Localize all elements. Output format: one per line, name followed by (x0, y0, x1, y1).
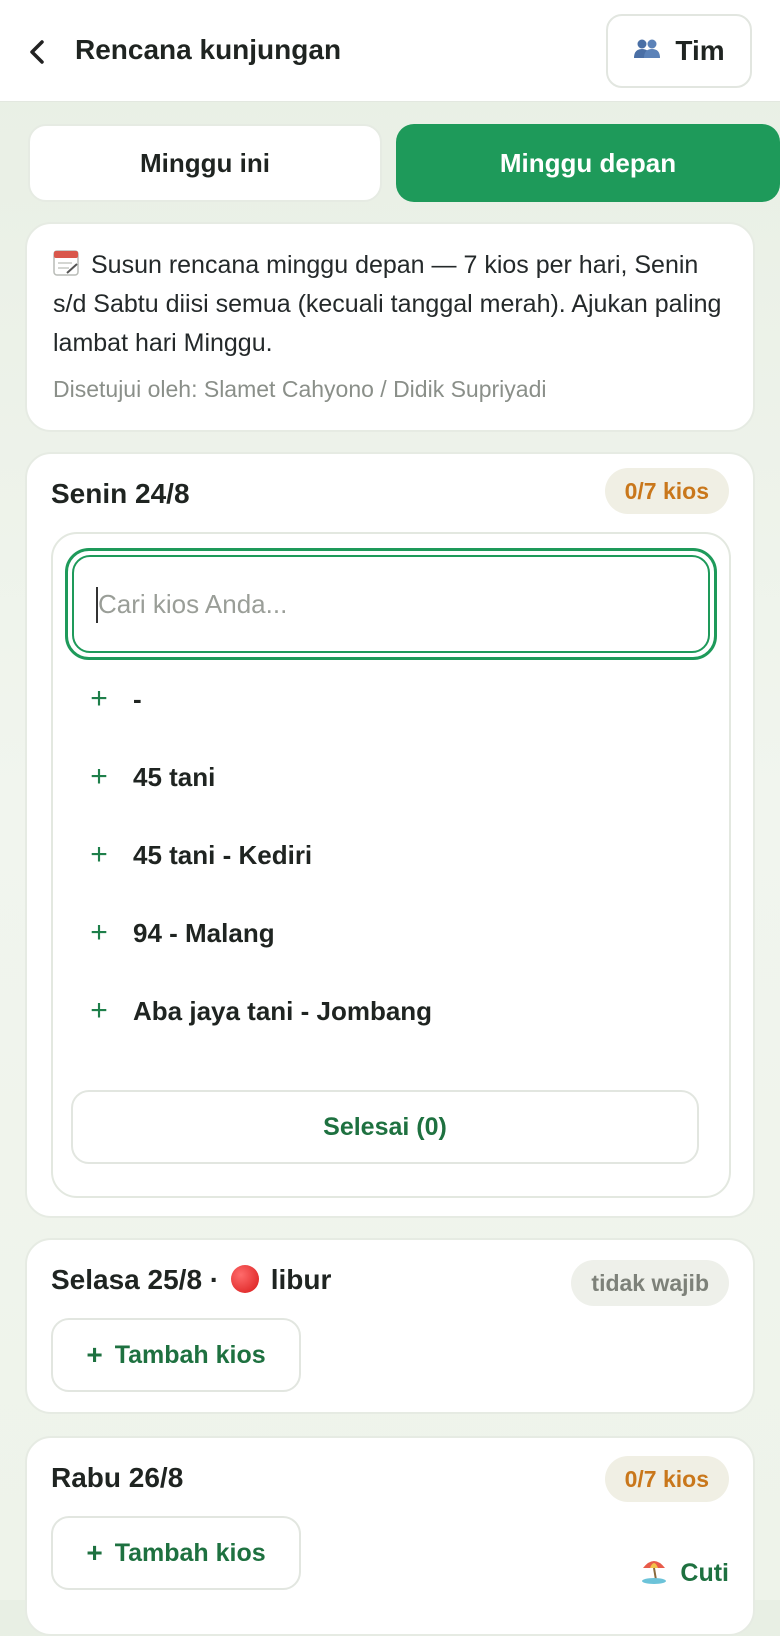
leave-label: Cuti (680, 1559, 729, 1587)
add-kios-label: Tambah kios (114, 1538, 266, 1567)
kios-option[interactable]: + - (87, 674, 142, 724)
plus-icon: + (90, 682, 108, 715)
kios-count-badge: 0/7 kios (604, 468, 729, 514)
week-tabs: Minggu ini Minggu depan (28, 124, 780, 202)
info-text: Susun rencana minggu depan — 7 kios per … (53, 251, 722, 357)
kios-option[interactable]: + 45 tani (87, 752, 215, 802)
day-title: Selasa 25/8 · libur (51, 1260, 331, 1300)
tab-next-week[interactable]: Minggu depan (396, 124, 780, 202)
info-card: Susun rencana minggu depan — 7 kios per … (25, 222, 755, 432)
kios-name: 45 tani (133, 761, 216, 792)
kios-count-badge: 0/7 kios (604, 1456, 729, 1502)
search-box: Cari kios Anda... (65, 548, 717, 660)
plus-icon: + (90, 916, 108, 949)
day-title-text: Selasa 25/8 · (51, 1264, 220, 1295)
beach-umbrella-icon (640, 1556, 668, 1591)
kios-name: Aba jaya tani - Jombang (133, 995, 433, 1026)
kios-name: - (133, 683, 142, 714)
add-kios-button[interactable]: + Tambah kios (51, 1318, 301, 1392)
red-circle-icon (230, 1265, 259, 1293)
plus-icon: + (86, 1537, 103, 1568)
search-placeholder: Cari kios Anda... (98, 588, 288, 619)
add-kios-button[interactable]: + Tambah kios (51, 1516, 301, 1590)
kios-name: 45 tani - Kediri (133, 839, 313, 870)
back-chevron-icon[interactable] (22, 32, 52, 72)
day-title: Rabu 26/8 (51, 1462, 184, 1493)
done-button[interactable]: Selesai (0) (71, 1090, 699, 1164)
team-button[interactable]: Tim (606, 14, 752, 88)
team-label: Tim (675, 35, 725, 66)
tab-this-week[interactable]: Minggu ini (28, 124, 382, 202)
leave-button[interactable]: Cuti (640, 1556, 729, 1591)
kios-name: 94 - Malang (133, 917, 275, 948)
day-card-tuesday: Selasa 25/8 · libur tidak wajib + Tambah… (25, 1238, 755, 1414)
text-caret (96, 587, 98, 623)
plus-icon: + (90, 838, 108, 871)
approver-text: Disetujui oleh: Slamet Cahyono / Didik S… (53, 376, 547, 402)
day-card-monday: Senin 24/8 0/7 kios Cari kios Anda... + … (25, 452, 755, 1218)
kios-option[interactable]: + 45 tani - Kediri (87, 830, 312, 880)
people-icon (633, 35, 661, 67)
holiday-label: libur (270, 1264, 332, 1295)
optional-badge: tidak wajib (571, 1260, 729, 1306)
plus-icon: + (90, 994, 108, 1027)
plus-icon: + (86, 1339, 103, 1370)
search-input[interactable]: Cari kios Anda... (72, 555, 710, 653)
kios-picker: Cari kios Anda... + - + 45 tani + 45 tan… (51, 532, 731, 1198)
plus-icon: + (90, 760, 108, 793)
add-kios-label: Tambah kios (114, 1340, 266, 1369)
kios-option[interactable]: + Aba jaya tani - Jombang (87, 986, 432, 1036)
info-text-block: Susun rencana minggu depan — 7 kios per … (53, 246, 727, 363)
kios-option[interactable]: + 94 - Malang (87, 908, 275, 958)
calendar-icon (53, 248, 81, 276)
day-title: Senin 24/8 (51, 478, 190, 509)
app-header: Rencana kunjungan Tim (0, 0, 780, 102)
page-title: Rencana kunjungan (75, 34, 342, 65)
day-card-wednesday: Rabu 26/8 0/7 kios + Tambah kios Cuti (25, 1436, 755, 1636)
